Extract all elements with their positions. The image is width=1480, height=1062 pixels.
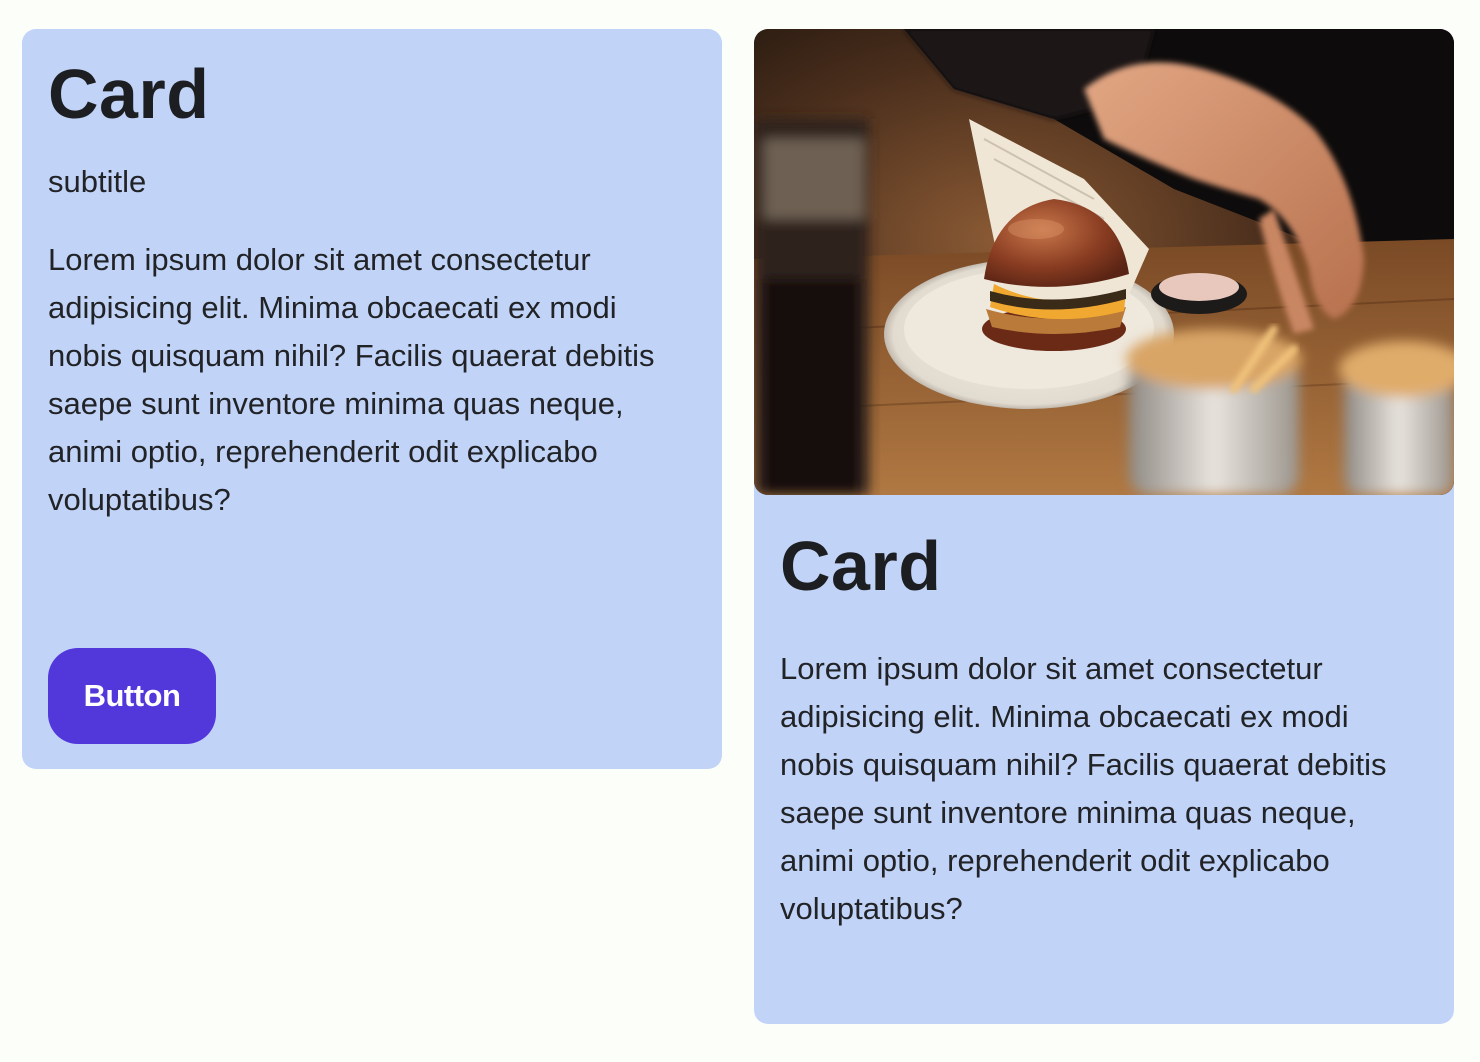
card-title: Card xyxy=(48,55,210,133)
card-body-text: Lorem ipsum dolor sit amet consectetur a… xyxy=(48,242,655,518)
card-title: Card xyxy=(780,527,942,605)
burger-photo xyxy=(754,29,1454,495)
card-subtitle: subtitle xyxy=(48,164,147,199)
card-with-image: Card Lorem ipsum dolor sit amet consecte… xyxy=(754,29,1454,1024)
card-action-button[interactable]: Button xyxy=(48,648,216,744)
card-content: Card Lorem ipsum dolor sit amet consecte… xyxy=(754,495,1454,959)
card-body-text: Lorem ipsum dolor sit amet consectetur a… xyxy=(780,651,1387,926)
card-text: Card subtitle Lorem ipsum dolor sit amet… xyxy=(22,29,722,769)
